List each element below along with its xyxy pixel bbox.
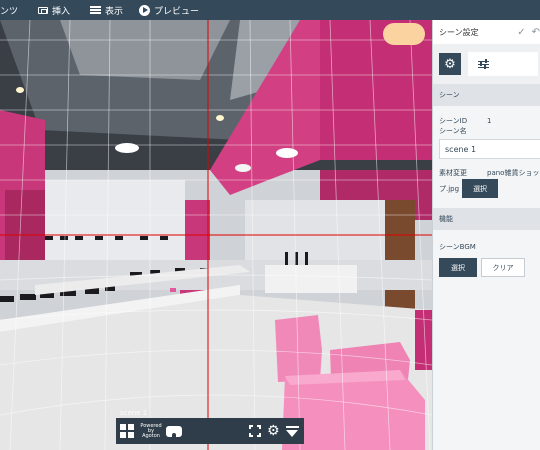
menu-view[interactable]: 表示 [84,0,129,20]
scene-settings-panel: シーン設定 ✓ ↶ ⚙ シーン シーンID 1 シーン名 scene 1 素材変… [432,20,540,450]
gear-icon: ⚙ [444,56,456,72]
viewer-control-bar: Powered by Agoton ⚙ [116,418,304,444]
powered-by: Powered by Agoton [140,422,162,439]
fullscreen-icon[interactable] [249,425,261,437]
preview-play-icon [139,4,151,16]
view-icon [90,6,102,14]
scene-id-row: シーンID 1 [439,117,492,125]
panel-tabs: ⚙ [433,44,540,84]
panorama-image[interactable] [0,20,432,450]
sliders-icon [478,58,489,69]
scene-bgm-label: シーンBGM [439,243,476,251]
menu-bar: ンツ 挿入 表示 プレビュー [0,0,540,20]
undo-icon[interactable]: ↶ [532,27,540,38]
settings-icon[interactable]: ⚙ [267,424,280,438]
scene-id-value: 1 [487,117,492,125]
section-scene: シーン [433,84,540,106]
section-function: 機能 [433,208,540,230]
scene-name-input[interactable]: scene 1 [439,139,540,159]
scene-name-label: シーン名 [439,127,467,135]
material-select-button[interactable]: 選択 [462,179,499,198]
panorama-viewport[interactable]: scene 1 Powered by Agoton ⚙ [0,20,432,450]
material-change-row: 素材変更 pano雑貨ショッ [439,169,540,177]
vr-goggles-icon[interactable] [166,425,182,437]
tab-settings[interactable]: ⚙ [439,53,461,75]
menu-insert[interactable]: 挿入 [32,0,76,20]
insert-icon [38,6,49,14]
scene-label: scene 1 [120,409,148,417]
tab-adjust[interactable] [468,52,538,76]
menu-contents[interactable]: ンツ [0,0,24,20]
panel-header: シーン設定 ✓ ↶ [433,20,540,44]
panel-title: シーン設定 [439,27,479,37]
bgm-clear-button[interactable]: クリア [481,258,525,277]
menu-down-icon[interactable] [286,425,299,438]
menu-preview[interactable]: プレビュー [133,0,205,20]
hotspot-add-button[interactable] [383,23,425,45]
material-file-ext: プ.jpg [439,184,460,193]
material-file-name: pano雑貨ショッ [487,169,540,177]
grid-icon[interactable] [120,424,134,438]
check-icon[interactable]: ✓ [517,27,525,38]
bgm-select-button[interactable]: 選択 [439,258,477,277]
